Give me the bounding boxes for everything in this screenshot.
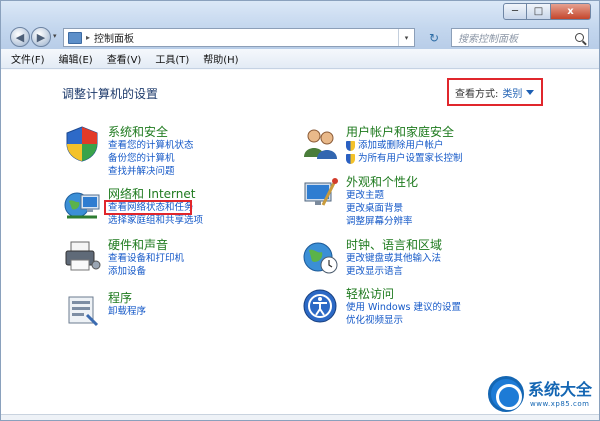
- shield-icon[interactable]: [63, 125, 101, 163]
- link-troubleshoot[interactable]: 查找并解决问题: [108, 165, 194, 178]
- watermark-url: www.xp85.com: [530, 400, 590, 408]
- control-panel-icon: [68, 31, 82, 44]
- breadcrumb-control-panel[interactable]: 控制面板: [94, 30, 134, 45]
- link-backup-computer[interactable]: 备份您的计算机: [108, 152, 194, 165]
- category-title[interactable]: 外观和个性化: [346, 173, 418, 190]
- address-bar[interactable]: ▸ 控制面板 ▾: [63, 28, 415, 47]
- back-button[interactable]: ◀: [10, 27, 30, 47]
- link-add-remove-accounts[interactable]: 添加或删除用户帐户: [346, 139, 463, 152]
- programs-icon[interactable]: [63, 291, 101, 329]
- caption-buttons: ─ □ x: [503, 3, 591, 20]
- menu-help[interactable]: 帮助(H): [203, 51, 238, 66]
- search-placeholder: 搜索控制面板: [458, 34, 518, 45]
- clock-globe-icon[interactable]: [301, 238, 339, 276]
- refresh-icon: ↻: [428, 30, 440, 45]
- breadcrumb-separator-icon[interactable]: ▸: [86, 33, 90, 42]
- refresh-button[interactable]: ↻: [422, 28, 446, 47]
- search-icon[interactable]: [575, 33, 584, 42]
- link-recommended-settings[interactable]: 使用 Windows 建议的设置: [346, 301, 461, 314]
- search-input[interactable]: 搜索控制面板: [451, 28, 589, 47]
- close-button[interactable]: x: [551, 3, 591, 20]
- category-title[interactable]: 硬件和声音: [108, 236, 168, 253]
- title-bar: ─ □ x ◀ ▶ ▾ ▸ 控制面板 ▾ ↻ 搜索控制面板: [1, 1, 599, 49]
- link-change-input-method[interactable]: 更改键盘或其他输入法: [346, 252, 441, 265]
- link-change-display-language[interactable]: 更改显示语言: [346, 265, 441, 278]
- link-homegroup-sharing[interactable]: 选择家庭组和共享选项: [108, 214, 203, 227]
- chevron-down-icon[interactable]: [526, 89, 535, 95]
- link-view-computer-status[interactable]: 查看您的计算机状态: [108, 139, 194, 152]
- link-change-background[interactable]: 更改桌面背景: [346, 202, 413, 215]
- forward-arrow-icon: ▶: [36, 30, 46, 44]
- link-optimize-visual-display[interactable]: 优化视频显示: [346, 314, 461, 327]
- back-arrow-icon: ◀: [15, 30, 25, 44]
- watermark-title: 系统大全: [528, 380, 593, 399]
- link-uninstall-program[interactable]: 卸载程序: [108, 305, 146, 318]
- page-title: 调整计算机的设置: [62, 87, 159, 101]
- control-panel-window: ─ □ x ◀ ▶ ▾ ▸ 控制面板 ▾ ↻ 搜索控制面板 文件(F) 编辑(E…: [0, 0, 600, 421]
- maximize-button[interactable]: □: [527, 3, 551, 20]
- minimize-button[interactable]: ─: [503, 3, 527, 20]
- forward-button[interactable]: ▶: [31, 27, 51, 47]
- highlight-box: [104, 200, 192, 215]
- view-by-label: 查看方式:: [455, 88, 499, 100]
- content-area: 调整计算机的设置 查看方式: 类别 系统和安全 查看您的计算机状态 备份您的计算…: [1, 70, 599, 414]
- recent-pages-dropdown[interactable]: ▾: [53, 32, 57, 40]
- view-by-selector[interactable]: 查看方式: 类别: [447, 78, 543, 106]
- address-dropdown-icon[interactable]: ▾: [398, 29, 414, 46]
- menu-bar: 文件(F) 编辑(E) 查看(V) 工具(T) 帮助(H): [1, 49, 599, 69]
- link-add-device[interactable]: 添加设备: [108, 265, 184, 278]
- printer-icon[interactable]: [63, 238, 101, 276]
- link-parental-controls[interactable]: 为所有用户设置家长控制: [346, 152, 463, 165]
- menu-file[interactable]: 文件(F): [11, 51, 45, 66]
- view-by-value[interactable]: 类别: [502, 85, 522, 100]
- category-title[interactable]: 时钟、语言和区域: [346, 236, 442, 253]
- category-title[interactable]: 轻松访问: [346, 285, 394, 302]
- link-change-theme[interactable]: 更改主题: [346, 189, 413, 202]
- category-title[interactable]: 用户帐户和家庭安全: [346, 123, 454, 140]
- network-globe-icon[interactable]: [63, 187, 101, 225]
- category-title[interactable]: 程序: [108, 289, 132, 306]
- watermark: 系统大全 www.xp85.com: [488, 370, 600, 420]
- link-devices-printers[interactable]: 查看设备和打印机: [108, 252, 184, 265]
- menu-view[interactable]: 查看(V): [107, 51, 142, 66]
- category-title[interactable]: 系统和安全: [108, 123, 168, 140]
- menu-tools[interactable]: 工具(T): [155, 51, 189, 66]
- menu-edit[interactable]: 编辑(E): [59, 51, 93, 66]
- watermark-logo-icon: [488, 376, 524, 412]
- users-icon[interactable]: [301, 125, 339, 163]
- link-screen-resolution[interactable]: 调整屏幕分辨率: [346, 215, 413, 228]
- appearance-monitor-icon[interactable]: [301, 175, 339, 213]
- ease-of-access-icon[interactable]: [301, 287, 339, 325]
